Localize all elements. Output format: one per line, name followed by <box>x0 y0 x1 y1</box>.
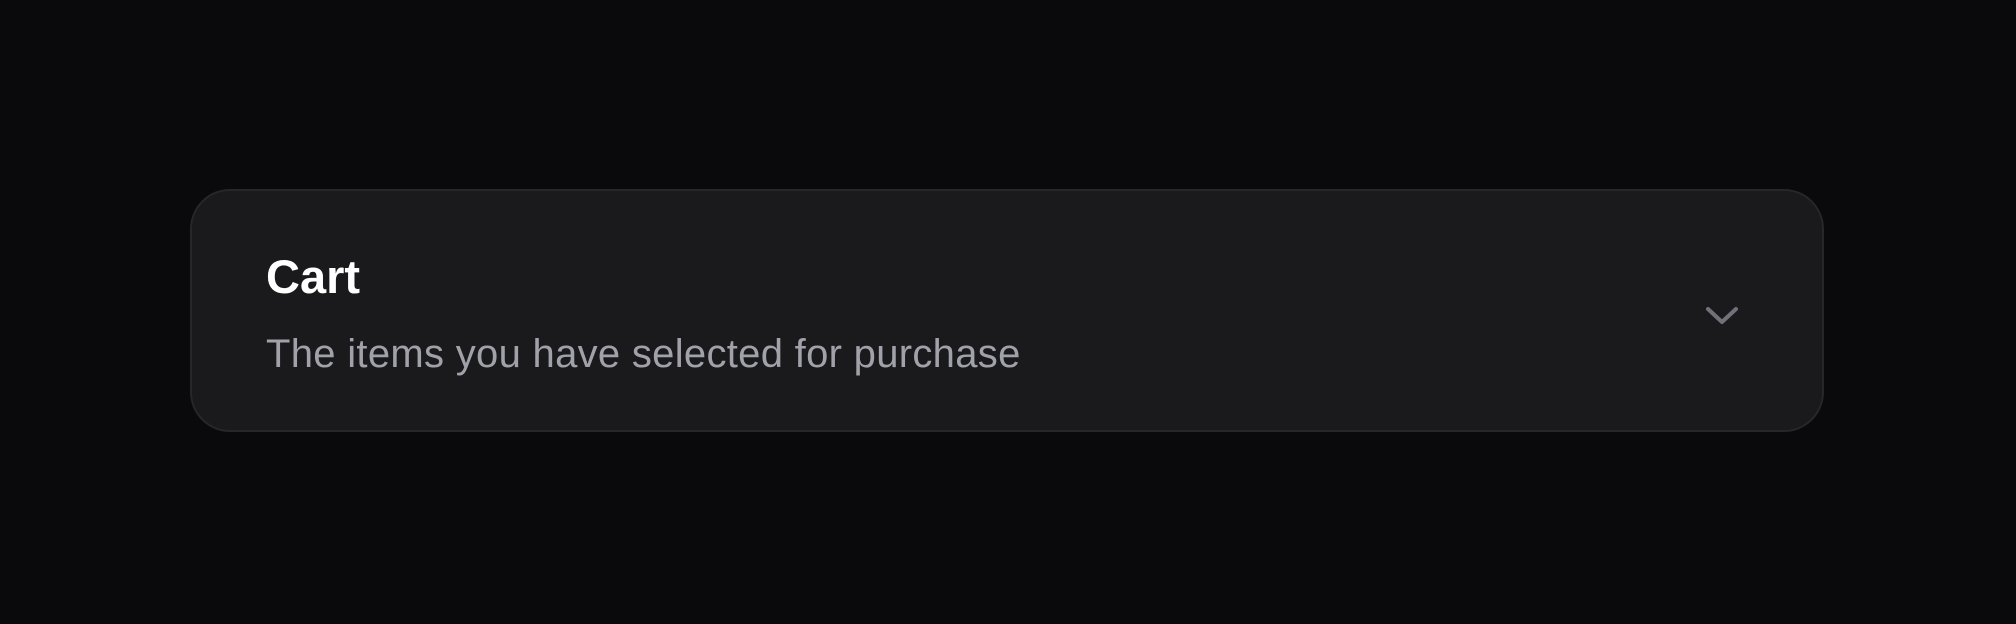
card-title: Cart <box>266 250 361 303</box>
card-description: The items you have selected for purchase <box>266 332 1021 376</box>
chevron-down-icon[interactable] <box>1702 301 1742 331</box>
cart-accordion[interactable]: Cart The items you have selected for pur… <box>190 189 1824 432</box>
